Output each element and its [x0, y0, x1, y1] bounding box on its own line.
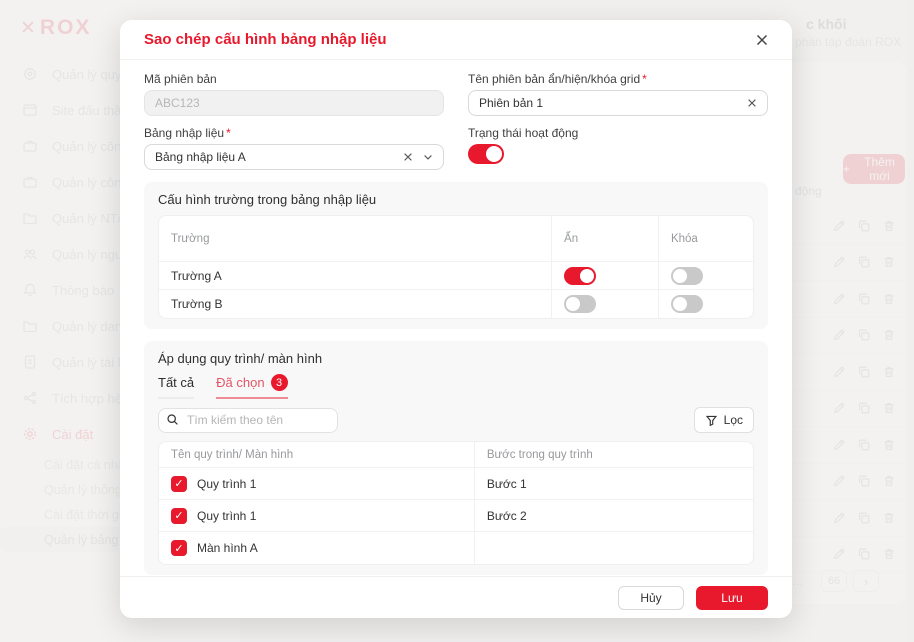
copy-config-modal: Sao chép cấu hình bảng nhập liệu Mã phiê… — [120, 20, 792, 618]
cancel-button[interactable]: Hủy — [618, 586, 684, 610]
hidden-toggle[interactable] — [564, 267, 596, 285]
process-name: Quy trình 1 — [197, 477, 256, 491]
filter-button[interactable]: Lọc — [694, 407, 754, 433]
status-label: Trạng thái hoạt động — [468, 126, 768, 140]
filter-icon — [705, 414, 718, 427]
search-filter-row: Lọc — [158, 407, 754, 433]
table-row: Trường B — [159, 290, 753, 318]
table-row: ✓ Quy trình 1 Bước 2 — [159, 500, 753, 532]
checkbox-checked[interactable]: ✓ — [171, 476, 187, 492]
field-config-table: Trường Ẩn Khóa Trường A Trường B — [158, 215, 754, 319]
required-asterisk: * — [226, 126, 231, 140]
checkbox-checked[interactable]: ✓ — [171, 540, 187, 556]
version-name-input[interactable] — [468, 90, 768, 116]
field-name: Trường A — [159, 262, 551, 289]
modal-footer: Hủy Lưu — [120, 576, 792, 618]
field-name: Trường B — [159, 290, 551, 318]
column-header-hidden: Ẩn — [551, 216, 658, 261]
filter-label: Lọc — [724, 413, 743, 427]
table-row: ✓ Quy trình 1 Bước 1 — [159, 468, 753, 500]
field-status: Trạng thái hoạt động — [468, 126, 768, 170]
status-toggle[interactable] — [468, 144, 504, 164]
column-header-locked: Khóa — [658, 216, 753, 261]
column-header-step: Bước trong quy trình — [474, 442, 753, 467]
chevron-down-icon[interactable] — [422, 144, 434, 170]
field-config-title: Cấu hình trường trong bảng nhập liệu — [158, 192, 754, 207]
data-table-select[interactable] — [144, 144, 444, 170]
table-header-row: Trường Ẩn Khóa — [159, 216, 753, 262]
search-icon — [166, 413, 179, 431]
tab-selected[interactable]: Đã chọn 3 — [216, 374, 287, 399]
field-version-name: Tên phiên bản ẩn/hiện/khóa grid* — [468, 72, 768, 116]
table-row: Trường A — [159, 262, 753, 290]
modal-title: Sao chép cấu hình bảng nhập liệu — [144, 31, 387, 48]
close-icon[interactable] — [754, 32, 770, 48]
process-step — [474, 532, 753, 564]
field-data-table: Bảng nhập liệu* — [144, 126, 444, 170]
process-name: Quy trình 1 — [197, 509, 256, 523]
tab-label: Tất cả — [158, 375, 194, 390]
modal-body: Mã phiên bản Tên phiên bản ẩn/hiện/khóa … — [120, 60, 792, 576]
locked-toggle[interactable] — [671, 295, 703, 313]
process-step: Bước 2 — [474, 500, 753, 531]
save-button[interactable]: Lưu — [696, 586, 768, 610]
table-header-row: Tên quy trình/ Màn hình Bước trong quy t… — [159, 442, 753, 468]
data-table-label: Bảng nhập liệu* — [144, 126, 444, 140]
apply-panel: Áp dụng quy trình/ màn hình Tất cả Đã ch… — [144, 341, 768, 575]
field-version-code: Mã phiên bản — [144, 72, 444, 116]
tab-label: Đã chọn — [216, 375, 264, 390]
field-config-panel: Cấu hình trường trong bảng nhập liệu Trư… — [144, 182, 768, 329]
table-row: ✓ Màn hình A — [159, 532, 753, 564]
tab-all[interactable]: Tất cả — [158, 374, 194, 399]
version-code-input — [144, 90, 444, 116]
apply-table: Tên quy trình/ Màn hình Bước trong quy t… — [158, 441, 754, 565]
selected-count-badge: 3 — [271, 374, 288, 391]
apply-title: Áp dụng quy trình/ màn hình — [158, 351, 754, 366]
process-step: Bước 1 — [474, 468, 753, 499]
version-code-label: Mã phiên bản — [144, 72, 444, 86]
search-input[interactable] — [158, 408, 338, 433]
clear-icon[interactable] — [402, 144, 414, 170]
checkbox-checked[interactable]: ✓ — [171, 508, 187, 524]
process-name: Màn hình A — [197, 541, 258, 555]
hidden-toggle[interactable] — [564, 295, 596, 313]
modal-header: Sao chép cấu hình bảng nhập liệu — [120, 20, 792, 60]
required-asterisk: * — [642, 72, 647, 86]
locked-toggle[interactable] — [671, 267, 703, 285]
column-header-name: Tên quy trình/ Màn hình — [159, 442, 474, 467]
column-header-field: Trường — [159, 216, 551, 261]
version-name-label: Tên phiên bản ẩn/hiện/khóa grid* — [468, 72, 768, 86]
apply-tabs: Tất cả Đã chọn 3 — [158, 374, 754, 399]
clear-icon[interactable] — [746, 90, 758, 116]
